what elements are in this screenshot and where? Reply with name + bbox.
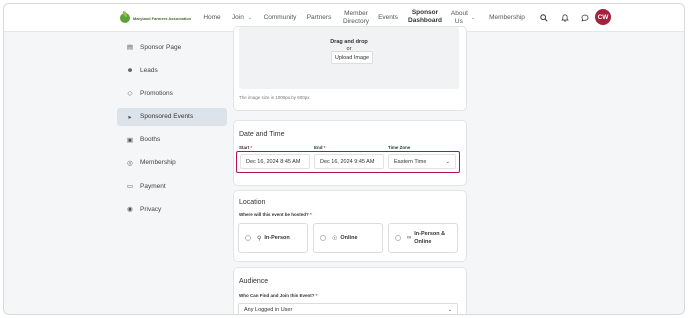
location-card: Location Where will this event be hosted… bbox=[233, 190, 467, 262]
audience-question-text: Who Can Find and Join this Event? bbox=[239, 293, 315, 298]
location-question: Where will this event be hosted? * bbox=[239, 212, 312, 217]
radio-button[interactable] bbox=[245, 235, 251, 241]
avatar[interactable]: CW bbox=[595, 9, 611, 25]
option-label: In-Person bbox=[264, 235, 290, 241]
megaphone-icon: ▸ bbox=[128, 113, 132, 121]
audience-card: Audience Who Can Find and Join this Even… bbox=[233, 267, 467, 314]
sidebar-item-label: Payment bbox=[140, 182, 166, 190]
app-window: Maryland Farmers Association Home Join ⌄ … bbox=[3, 3, 685, 315]
start-datetime-input[interactable]: Dec 16, 2024 8:45 AM bbox=[240, 154, 310, 169]
time-zone-label: Time Zone bbox=[388, 145, 411, 150]
required-mark: * bbox=[310, 212, 312, 217]
credit-card-icon: ▭ bbox=[126, 183, 134, 191]
sponsor-sidebar: ▤ Sponsor Page ☻ Leads ◇ Promotions ▸ Sp… bbox=[117, 38, 227, 224]
sidebar-item-label: Sponsored Events bbox=[140, 113, 194, 121]
audience-question: Who Can Find and Join this Event? * bbox=[239, 293, 318, 298]
sidebar-item-payment[interactable]: ▭ Payment bbox=[117, 177, 227, 195]
sidebar-item-label: Booths bbox=[140, 136, 161, 144]
section-title: Audience bbox=[239, 278, 269, 285]
upload-image-button[interactable]: Upload Image bbox=[331, 51, 373, 64]
required-mark: * bbox=[323, 145, 326, 150]
date-time-card: Date and Time Start * End * Time Zone De… bbox=[233, 120, 467, 186]
option-label: In-Person & Online bbox=[414, 231, 446, 245]
sidebar-item-label: Membership bbox=[140, 159, 176, 167]
image-upload-card: Drag and drop or Upload Image The image … bbox=[233, 26, 467, 111]
sidebar-item-booths[interactable]: ▣ Booths bbox=[117, 131, 227, 149]
option-label: Online bbox=[340, 235, 358, 241]
chat-icon[interactable] bbox=[579, 12, 591, 24]
location-option-in-person[interactable]: ⚲ In-Person bbox=[238, 223, 308, 253]
sidebar-item-label: Leads bbox=[140, 66, 158, 74]
time-zone-value: Eastern Time bbox=[394, 158, 427, 165]
required-mark: * bbox=[250, 145, 253, 150]
radio-button[interactable] bbox=[320, 235, 326, 241]
sidebar-item-privacy[interactable]: ◉ Privacy bbox=[117, 200, 227, 218]
chevron-down-icon: ⌄ bbox=[447, 307, 452, 313]
sidebar-item-promotions[interactable]: ◇ Promotions bbox=[117, 84, 227, 102]
logo-text: Maryland Farmers Association bbox=[133, 15, 192, 21]
chevron-down-icon: ⌄ bbox=[445, 158, 450, 165]
chevron-down-icon: ⌄ bbox=[470, 15, 476, 21]
sidebar-item-sponsor-page[interactable]: ▤ Sponsor Page bbox=[117, 38, 227, 56]
search-icon[interactable] bbox=[538, 12, 550, 24]
nav-about-us-label: About Us bbox=[450, 10, 468, 25]
start-label: Start * bbox=[239, 145, 252, 150]
image-dropzone[interactable]: Drag and drop or Upload Image bbox=[239, 27, 459, 89]
location-question-text: Where will this event be hosted? bbox=[239, 212, 309, 217]
time-zone-select[interactable]: Eastern Time ⌄ bbox=[388, 154, 456, 169]
end-label-text: End bbox=[314, 145, 323, 150]
end-label: End * bbox=[314, 145, 326, 150]
bell-icon[interactable] bbox=[559, 12, 571, 24]
sidebar-item-leads[interactable]: ☻ Leads bbox=[117, 61, 227, 79]
sidebar-item-membership[interactable]: ◎ Membership bbox=[117, 154, 227, 172]
drag-and-drop-text: Drag and drop bbox=[330, 39, 368, 45]
logo-leaf-icon bbox=[120, 11, 130, 23]
sidebar-item-sponsored-events[interactable]: ▸ Sponsored Events bbox=[117, 107, 227, 126]
lock-icon: ◉ bbox=[127, 206, 133, 214]
award-icon: ◎ bbox=[127, 159, 133, 167]
end-datetime-input[interactable]: Dec 16, 2024 9:45 AM bbox=[314, 154, 384, 169]
start-label-text: Start bbox=[239, 145, 250, 150]
sidebar-item-label: Privacy bbox=[140, 205, 162, 213]
audience-value: Any Logged in User bbox=[244, 307, 293, 313]
globe-icon: ☉ bbox=[332, 235, 338, 242]
tag-icon: ◇ bbox=[127, 90, 133, 98]
section-title: Location bbox=[239, 199, 266, 206]
logo[interactable]: Maryland Farmers Association bbox=[120, 11, 192, 23]
nav-membership[interactable]: Membership bbox=[486, 4, 528, 32]
sponsor-page-icon: ▤ bbox=[126, 44, 134, 51]
users-icon: ☻ bbox=[126, 66, 134, 74]
nav-home[interactable]: Home bbox=[200, 4, 224, 32]
image-size-hint: The image size is 1000px by 600px bbox=[239, 95, 310, 100]
section-title: Date and Time bbox=[239, 131, 285, 138]
audience-select[interactable]: Any Logged in User ⌄ bbox=[238, 303, 458, 314]
sidebar-item-label: Promotions bbox=[140, 89, 173, 97]
radio-button[interactable] bbox=[395, 235, 401, 241]
nav-join-label: Join bbox=[231, 14, 244, 21]
location-option-hybrid[interactable]: ∞ In-Person & Online bbox=[388, 223, 458, 253]
sidebar-item-label: Sponsor Page bbox=[140, 43, 182, 51]
location-option-online[interactable]: ☉ Online bbox=[313, 223, 383, 253]
map-pin-icon: ⚲ bbox=[257, 235, 262, 242]
required-mark: * bbox=[315, 293, 318, 298]
booth-icon: ▣ bbox=[126, 136, 134, 144]
chevron-down-icon: ⌄ bbox=[247, 15, 253, 21]
link-icon: ∞ bbox=[407, 235, 412, 241]
